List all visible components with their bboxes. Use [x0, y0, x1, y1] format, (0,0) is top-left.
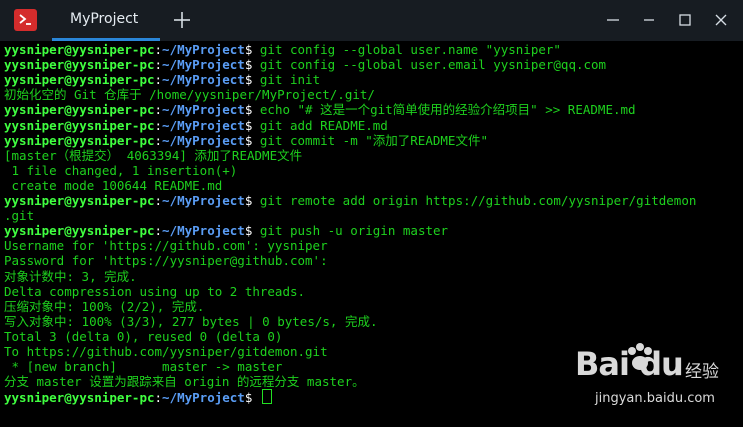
prompt-path: ~/MyProject: [162, 117, 245, 133]
command-line: yysniper@yysniper-pc:~/MyProject$ git ad…: [4, 117, 388, 133]
prompt-path: ~/MyProject: [162, 72, 245, 88]
output-line: 分支 master 设置为跟踪来自 origin 的远程分支 master。: [4, 374, 365, 390]
command-text: git config --global user.name "yysniper": [252, 42, 561, 57]
command-text: git config --global user.email yysniper@…: [252, 57, 607, 73]
command-line: yysniper@yysniper-pc:~/MyProject$ git re…: [4, 193, 697, 208]
command-text: git init: [252, 72, 321, 88]
output-line: * [new branch] master -> master: [4, 359, 283, 375]
minimize-icon: [644, 19, 654, 21]
command-text: echo "# 这是一个git简单使用的经验介绍项目" >> README.md: [252, 102, 636, 118]
command-line: yysniper@yysniper-pc:~/MyProject$ git in…: [4, 72, 321, 88]
prompt-user: yysniper@yysniper-pc: [4, 72, 155, 88]
command-text: git push -u origin master: [252, 223, 449, 239]
terminal-icon[interactable]: [14, 9, 37, 31]
tab-myproject[interactable]: MyProject: [52, 0, 160, 41]
title-bar: MyProject: [0, 0, 743, 41]
prompt-user: yysniper@yysniper-pc: [4, 57, 155, 73]
prompt-user: yysniper@yysniper-pc: [4, 42, 155, 57]
command-text: git remote add origin https://github.com…: [252, 193, 697, 208]
new-tab-button[interactable]: [170, 8, 194, 32]
terminal-cursor: [261, 389, 272, 405]
prompt-user: yysniper@yysniper-pc: [4, 102, 155, 118]
watermark-url: jingyan.baidu.com: [595, 391, 715, 406]
prompt-path: ~/MyProject: [162, 193, 245, 208]
command-text: git add README.md: [252, 117, 388, 133]
output-line: create mode 100644 README.md: [4, 177, 223, 193]
prompt-user: yysniper@yysniper-pc: [4, 193, 155, 208]
output-line: Total 3 (delta 0), reused 0 (delta 0): [4, 328, 283, 344]
output-line: Username for 'https://github.com': yysni…: [4, 238, 328, 254]
output-line: [master（根提交） 4063394] 添加了README文件: [4, 147, 303, 163]
output-line: 压缩对象中: 100% (2/2), 完成.: [4, 298, 205, 314]
window-menu-button[interactable]: [605, 12, 621, 28]
prompt-path: ~/MyProject: [162, 102, 245, 118]
prompt-user: yysniper@yysniper-pc: [4, 223, 155, 239]
output-line: 初始化空的 Git 仓库于 /home/yysniper/MyProject/.…: [4, 87, 375, 103]
menu-icon: [607, 19, 619, 21]
close-button[interactable]: [713, 12, 729, 28]
prompt-path: ~/MyProject: [162, 57, 245, 73]
command-line: yysniper@yysniper-pc:~/MyProject$ git pu…: [4, 223, 449, 239]
output-line: To https://github.com/yysniper/gitdemon.…: [4, 344, 328, 359]
output-line: 写入对象中: 100% (3/3), 277 bytes | 0 bytes/s…: [4, 313, 378, 329]
prompt-path: ~/MyProject: [162, 132, 245, 148]
output-line: Delta compression using up to 2 threads.: [4, 283, 306, 299]
output-line: .git: [4, 208, 35, 224]
command-text: [252, 390, 260, 405]
output-line: 对象计数中: 3, 完成.: [4, 268, 137, 284]
tab-label: MyProject: [70, 11, 139, 27]
baidu-jingyan-watermark: Bai du 经验 jingyan.baidu.com: [565, 339, 735, 421]
paw-icon: [628, 343, 652, 370]
watermark-jingyan-text: 经验: [685, 362, 719, 382]
output-line: 1 file changed, 1 insertion(+): [4, 162, 238, 178]
command-line: yysniper@yysniper-pc:~/MyProject$ echo "…: [4, 102, 636, 118]
minimize-button[interactable]: [641, 12, 657, 28]
command-text: git commit -m "添加了README文件": [252, 132, 488, 148]
terminal-window: MyProject yysniper@yysniper-pc:~/MyProje…: [0, 0, 743, 427]
command-line: yysniper@yysniper-pc:~/MyProject$ git co…: [4, 57, 607, 73]
prompt-path: ~/MyProject: [162, 42, 245, 57]
command-line: yysniper@yysniper-pc:~/MyProject$ git co…: [4, 42, 561, 57]
maximize-button[interactable]: [677, 12, 693, 28]
command-line: yysniper@yysniper-pc:~/MyProject$: [4, 389, 272, 405]
prompt-user: yysniper@yysniper-pc: [4, 132, 155, 148]
prompt-path: ~/MyProject: [162, 223, 245, 239]
prompt-user: yysniper@yysniper-pc: [4, 117, 155, 133]
command-line: yysniper@yysniper-pc:~/MyProject$ git co…: [4, 132, 488, 148]
prompt-path: ~/MyProject: [162, 390, 245, 406]
close-icon: [715, 14, 727, 26]
plus-icon: [174, 12, 190, 28]
maximize-icon: [679, 14, 691, 26]
prompt-user: yysniper@yysniper-pc: [4, 390, 155, 406]
output-line: Password for 'https://yysniper@github.co…: [4, 253, 328, 269]
